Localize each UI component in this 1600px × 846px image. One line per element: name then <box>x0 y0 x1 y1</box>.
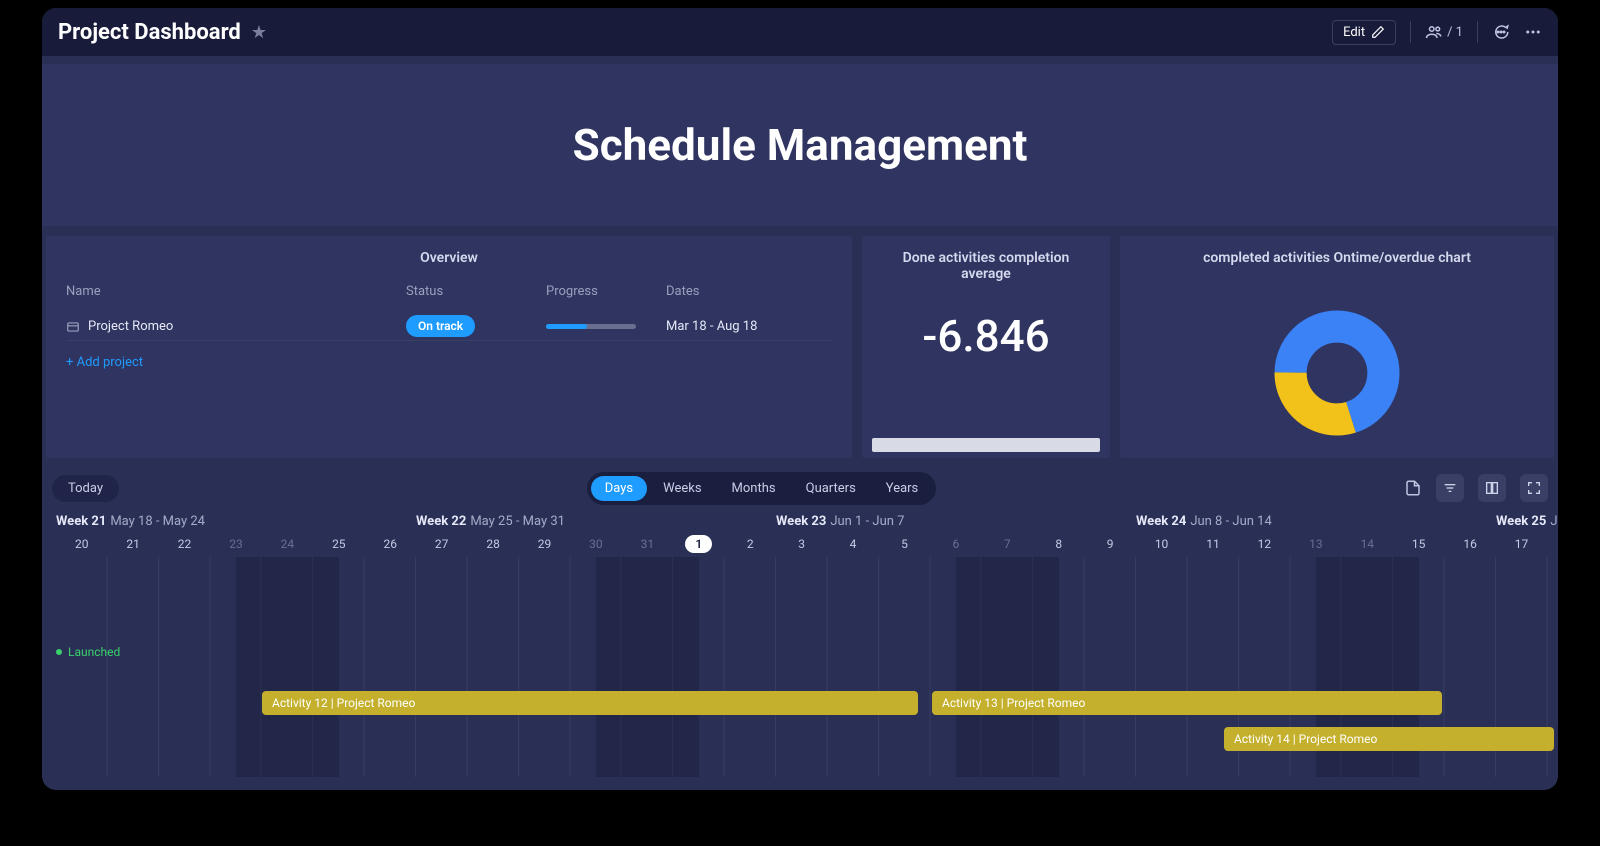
add-project-button[interactable]: + Add project <box>66 355 832 370</box>
day-cell[interactable]: 28 <box>467 537 518 551</box>
gantt-area[interactable]: Launched Activity 12 | Project Romeo Act… <box>56 557 1558 777</box>
divider <box>1477 21 1478 43</box>
export-icon[interactable] <box>1404 479 1422 497</box>
week-header: Week 23Jun 1 - Jun 7 <box>776 514 1136 529</box>
day-cell[interactable]: 12 <box>1239 537 1290 551</box>
week-header: Week 25Ju <box>1496 514 1558 529</box>
timeline-toolbar: Today DaysWeeksMonthsQuartersYears <box>42 468 1558 508</box>
hero-title: Schedule Management <box>573 119 1028 171</box>
range-pill-weeks[interactable]: Weeks <box>649 476 715 501</box>
day-cell[interactable]: 16 <box>1444 537 1495 551</box>
day-cell[interactable]: 6 <box>930 537 981 551</box>
col-dates: Dates <box>666 284 832 299</box>
day-cell[interactable]: 18 <box>1547 537 1558 551</box>
fullscreen-button[interactable] <box>1520 474 1548 502</box>
overview-header: Name Status Progress Dates <box>66 284 832 299</box>
people-icon <box>1425 23 1443 41</box>
range-pill-quarters[interactable]: Quarters <box>792 476 870 501</box>
donut-chart <box>1262 298 1412 448</box>
people-count[interactable]: / 1 <box>1425 23 1463 41</box>
range-switcher: DaysWeeksMonthsQuartersYears <box>587 472 937 505</box>
status-pill: On track <box>406 315 475 337</box>
completion-card: Done activities completion average -6.84… <box>862 236 1110 458</box>
week-header: Week 24Jun 8 - Jun 14 <box>1136 514 1496 529</box>
day-cell[interactable]: 27 <box>416 537 467 551</box>
day-cell[interactable]: 7 <box>982 537 1033 551</box>
day-cell[interactable]: 26 <box>365 537 416 551</box>
launched-marker: Launched <box>56 645 120 659</box>
completion-scrollbar[interactable] <box>872 438 1100 452</box>
day-cell[interactable]: 29 <box>519 537 570 551</box>
star-icon[interactable]: ★ <box>251 22 267 43</box>
range-pill-years[interactable]: Years <box>872 476 932 501</box>
project-dates: Mar 18 - Aug 18 <box>666 319 832 334</box>
week-header: Week 22May 25 - May 31 <box>416 514 776 529</box>
divider <box>1410 21 1411 43</box>
gantt-bar[interactable]: Activity 14 | Project Romeo <box>1224 727 1554 751</box>
overview-card: Overview Name Status Progress Dates Proj… <box>46 236 852 458</box>
layout-button[interactable] <box>1478 474 1506 502</box>
col-status: Status <box>406 284 546 299</box>
pencil-icon <box>1371 25 1385 39</box>
col-progress: Progress <box>546 284 666 299</box>
page-title: Project Dashboard <box>58 20 241 45</box>
project-row[interactable]: Project Romeo On track Mar 18 - Aug 18 <box>66 313 832 341</box>
day-cell[interactable]: 31 <box>622 537 673 551</box>
hero-banner: Schedule Management <box>42 64 1558 226</box>
donut-title: completed activities Ontime/overdue char… <box>1203 250 1471 266</box>
day-cell[interactable]: 30 <box>570 537 621 551</box>
overview-title: Overview <box>66 250 832 266</box>
top-bar: Project Dashboard ★ Edit / 1 <box>42 8 1558 56</box>
comment-icon[interactable] <box>1492 23 1510 41</box>
day-cell[interactable]: 21 <box>107 537 158 551</box>
day-cell[interactable]: 15 <box>1393 537 1444 551</box>
project-icon <box>66 320 80 334</box>
week-header-row: Week 21May 18 - May 24Week 22May 25 - Ma… <box>42 514 1558 529</box>
progress-bar <box>546 324 636 329</box>
day-cell[interactable]: 24 <box>262 537 313 551</box>
range-pill-months[interactable]: Months <box>718 476 790 501</box>
day-cell[interactable]: 23 <box>210 537 261 551</box>
completion-value: -6.846 <box>922 310 1049 362</box>
project-name: Project Romeo <box>88 319 173 334</box>
day-cell[interactable]: 1 <box>673 537 724 551</box>
day-cell[interactable]: 10 <box>1136 537 1187 551</box>
day-cell[interactable]: 5 <box>879 537 930 551</box>
day-cell[interactable]: 17 <box>1496 537 1547 551</box>
day-cell[interactable]: 14 <box>1342 537 1393 551</box>
edit-button[interactable]: Edit <box>1332 20 1396 45</box>
col-name: Name <box>66 284 406 299</box>
edit-label: Edit <box>1343 25 1365 40</box>
day-cell[interactable]: 11 <box>1187 537 1238 551</box>
day-cell[interactable]: 9 <box>1084 537 1135 551</box>
day-cell[interactable]: 20 <box>56 537 107 551</box>
day-cell[interactable]: 3 <box>776 537 827 551</box>
range-pill-days[interactable]: Days <box>591 476 647 501</box>
day-cell[interactable]: 13 <box>1290 537 1341 551</box>
gantt-bar[interactable]: Activity 12 | Project Romeo <box>262 691 918 715</box>
week-header: Week 21May 18 - May 24 <box>56 514 416 529</box>
donut-card: completed activities Ontime/overdue char… <box>1120 236 1554 458</box>
day-cell[interactable]: 4 <box>827 537 878 551</box>
completion-title: Done activities completion average <box>882 250 1090 282</box>
day-cell[interactable]: 22 <box>159 537 210 551</box>
days-row: 2021222324252627282930311234567891011121… <box>42 537 1558 551</box>
more-icon[interactable] <box>1524 23 1542 41</box>
today-button[interactable]: Today <box>52 475 119 502</box>
day-cell[interactable]: 2 <box>724 537 775 551</box>
day-cell[interactable]: 8 <box>1033 537 1084 551</box>
filter-button[interactable] <box>1436 474 1464 502</box>
gantt-bar[interactable]: Activity 13 | Project Romeo <box>932 691 1442 715</box>
day-cell[interactable]: 25 <box>313 537 364 551</box>
